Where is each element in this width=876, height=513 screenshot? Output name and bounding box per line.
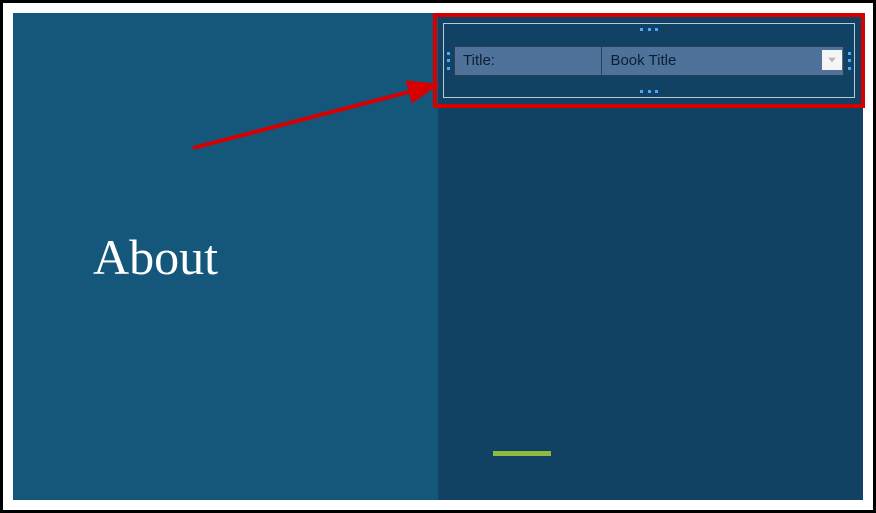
table-cell-label[interactable]: Title: (455, 47, 602, 75)
table-selection-frame[interactable]: Title: Book Title (443, 23, 855, 98)
selection-handle-bottom[interactable] (640, 90, 658, 93)
selection-handle-right[interactable] (848, 52, 851, 70)
chevron-down-icon (828, 57, 836, 63)
table-cell-value[interactable]: Book Title (602, 47, 843, 75)
selection-handle-left[interactable] (447, 52, 450, 70)
table-row[interactable]: Title: Book Title (454, 46, 844, 76)
accent-line (493, 451, 551, 456)
cell-value-text: Book Title (610, 52, 676, 69)
dropdown-button[interactable] (822, 50, 842, 70)
left-panel: About (13, 13, 438, 500)
selection-handle-top[interactable] (640, 28, 658, 31)
page-container: About Title: Book Title (13, 13, 863, 500)
about-heading: About (93, 228, 218, 286)
annotation-highlight-box: Title: Book Title (433, 13, 865, 108)
right-panel: Title: Book Title (438, 13, 863, 500)
cell-label-text: Title: (463, 52, 495, 69)
